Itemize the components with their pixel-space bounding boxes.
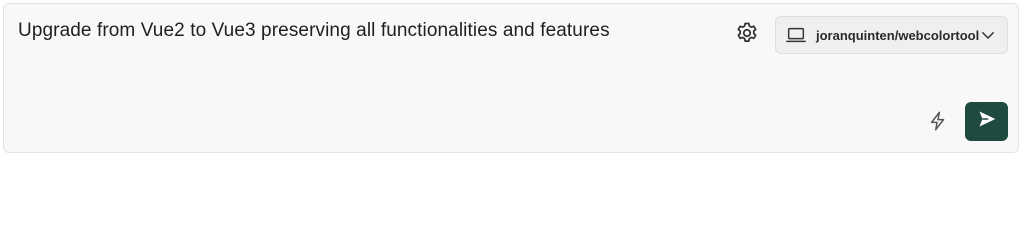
lightning-bolt-icon: [927, 110, 949, 137]
prompt-composer: Upgrade from Vue2 to Vue3 preserving all…: [3, 3, 1019, 153]
send-button[interactable]: [965, 102, 1008, 141]
gear-icon: [734, 20, 760, 51]
laptop-icon: [785, 23, 807, 47]
settings-button[interactable]: [733, 21, 761, 49]
quick-action-button[interactable]: [925, 110, 951, 136]
repository-name: joranquinten/webcolortool: [816, 27, 980, 43]
chevron-down-icon: [979, 25, 997, 45]
repository-select[interactable]: joranquinten/webcolortool: [775, 16, 1008, 54]
send-arrow-icon: [977, 109, 997, 134]
prompt-input[interactable]: Upgrade from Vue2 to Vue3 preserving all…: [18, 20, 610, 42]
